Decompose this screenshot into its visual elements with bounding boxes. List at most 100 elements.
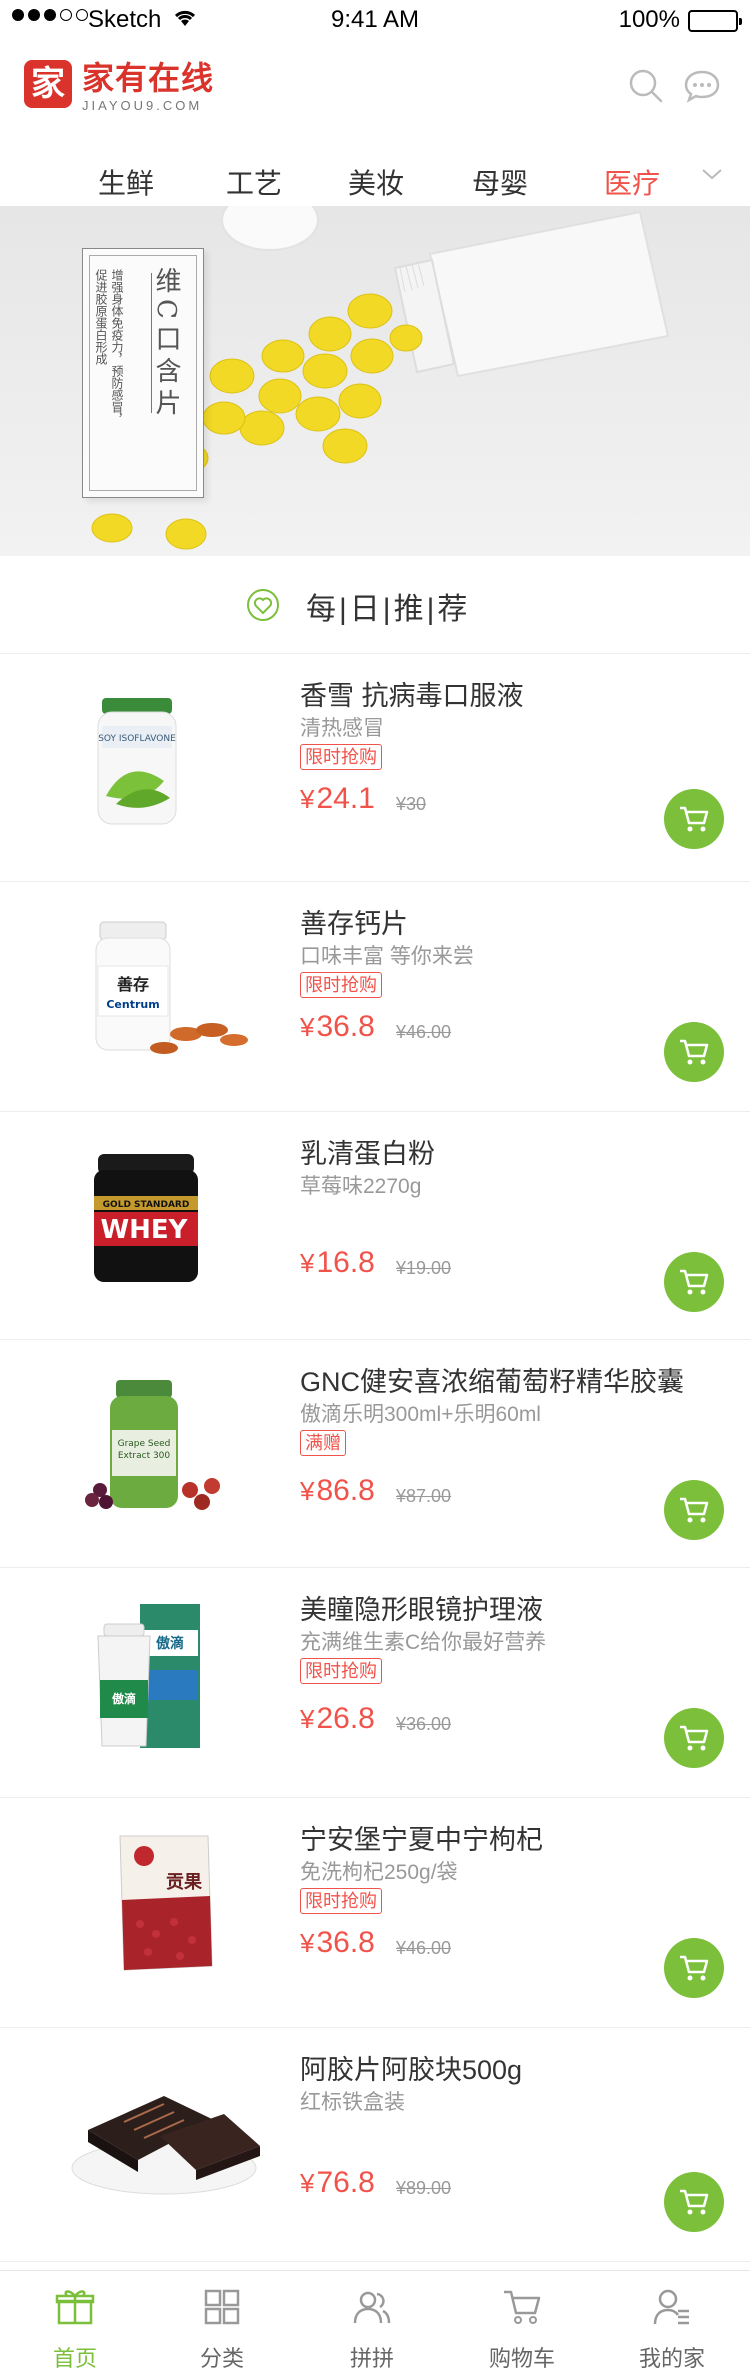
price-value: 24.1 <box>316 782 375 815</box>
lens-solution-image: 傲滴 傲滴 <box>97 1604 200 1748</box>
tab-craft[interactable]: 工艺 <box>226 162 282 202</box>
price-value: 16.8 <box>316 1246 375 1279</box>
ejiao-plate-image <box>71 2096 260 2195</box>
product-name: GNC健安喜浓缩葡萄籽精华胶囊 <box>300 1367 684 1397</box>
daily-recommend-header: 每|日|推|荐 <box>0 556 750 654</box>
product-card[interactable]: 阿胶片阿胶块500g 红标铁盒装 ¥76.8 ¥89.00 <box>0 2028 750 2262</box>
product-subtitle: 口味丰富 等你来尝 <box>300 945 474 968</box>
price-value: 36.8 <box>316 1926 375 1959</box>
battery-icon <box>688 10 742 32</box>
nav-label: 拼拼 <box>349 2346 394 2370</box>
banner-title: 维C口含片 <box>151 267 181 421</box>
bottom-tab-bar: 首页 分类 拼拼 购物车 我的家 <box>0 2270 750 2370</box>
tab-fresh[interactable]: 生鲜 <box>98 162 154 202</box>
nav-cart[interactable]: 购物车 <box>447 2271 597 2370</box>
product-price: ¥36.8 <box>300 1010 375 1044</box>
add-to-cart-button[interactable] <box>664 789 724 849</box>
product-subtitle: 充满维生素C给你最好营养 <box>300 1631 547 1654</box>
logo-domain: JIAYOU9.COM <box>82 98 203 113</box>
product-name: 阿胶片阿胶块500g <box>300 2055 523 2085</box>
product-name: 香雪 抗病毒口服液 <box>300 681 524 711</box>
svg-text:GOLD STANDARD: GOLD STANDARD <box>103 1200 190 1210</box>
product-name: 善存钙片 <box>300 909 408 939</box>
product-price: ¥26.8 <box>300 1702 375 1736</box>
original-price: ¥87.00 <box>396 1486 452 1506</box>
promo-tag: 满赠 <box>300 1430 346 1456</box>
battery-percent: 100% <box>618 6 680 33</box>
chevron-down-icon[interactable] <box>700 162 724 186</box>
svg-text:傲滴: 傲滴 <box>112 1691 136 1706</box>
product-subtitle: 免洗枸杞250g/袋 <box>300 1861 458 1884</box>
status-bar: Sketch 9:41 AM 100% <box>0 0 750 40</box>
logo[interactable]: 家 家有在线 JIAYOU9.COM <box>24 60 214 113</box>
product-name: 乳清蛋白粉 <box>300 1139 435 1169</box>
currency-symbol: ¥ <box>300 784 315 814</box>
cart-icon <box>680 1497 709 1523</box>
cart-icon <box>680 806 709 832</box>
banner-description: 增强身体免疫力，预防感冒，促进胶原蛋白形成 <box>94 269 124 425</box>
tab-baby[interactable]: 母婴 <box>472 162 528 202</box>
original-price: ¥36.00 <box>396 1714 452 1734</box>
cart-icon <box>680 1725 709 1751</box>
svg-text:善存: 善存 <box>117 975 149 994</box>
currency-symbol: ¥ <box>300 1012 315 1042</box>
product-subtitle: 红标铁盒装 <box>300 2091 405 2114</box>
add-to-cart-button[interactable] <box>664 1252 724 1312</box>
category-tabs: 生鲜 工艺 美妆 母婴 医疗 <box>0 150 750 210</box>
profile-icon <box>653 2289 689 2325</box>
promo-tag: 限时抢购 <box>300 744 382 770</box>
product-subtitle: 草莓味2270g <box>300 1175 422 1198</box>
nav-home[interactable]: 首页 <box>0 2271 150 2370</box>
product-price: ¥36.8 <box>300 1926 375 1960</box>
currency-symbol: ¥ <box>300 1248 315 1278</box>
product-name: 美瞳隐形眼镜护理液 <box>300 1595 543 1625</box>
svg-text:Centrum: Centrum <box>106 998 159 1011</box>
heart-circle-icon <box>246 588 280 622</box>
svg-text:Extract 300: Extract 300 <box>118 1451 171 1461</box>
price-value: 36.8 <box>316 1010 375 1043</box>
tab-medical[interactable]: 医疗 <box>604 162 661 210</box>
product-card[interactable]: 贡果 宁安堡宁夏中宁枸杞 免洗枸杞250g/袋 限时抢购 ¥36.8 ¥46.0… <box>0 1798 750 2028</box>
product-card[interactable]: GOLD STANDARD WHEY 乳清蛋白粉 草莓味2270g ¥16.8 … <box>0 1112 750 1340</box>
nav-group-buy[interactable]: 拼拼 <box>297 2271 447 2370</box>
app-header: 家 家有在线 JIAYOU9.COM <box>0 40 750 140</box>
promo-tag: 限时抢购 <box>300 1658 382 1684</box>
product-card[interactable]: Grape Seed Extract 300 GNC健安喜浓缩葡萄籽精华胶囊 傲… <box>0 1340 750 1568</box>
svg-text:贡果: 贡果 <box>166 1872 203 1893</box>
calcium-bottle-image: 善存 Centrum <box>95 921 248 1054</box>
original-price: ¥19.00 <box>396 1258 452 1278</box>
svg-text:SOY ISOFLAVONE: SOY ISOFLAVONE <box>98 734 176 744</box>
grape-seed-bottle-image: Grape Seed Extract 300 <box>85 1380 220 1510</box>
nav-category[interactable]: 分类 <box>147 2271 297 2370</box>
search-icon[interactable] <box>626 66 666 106</box>
cart-icon <box>680 2189 709 2215</box>
product-name: 宁安堡宁夏中宁枸杞 <box>300 1825 543 1855</box>
promo-banner[interactable]: 维C口含片 增强身体免疫力，预防感冒，促进胶原蛋白形成 <box>0 206 750 556</box>
nav-profile[interactable]: 我的家 <box>597 2271 747 2370</box>
cart-icon <box>504 2290 541 2324</box>
chat-bubble-icon[interactable] <box>682 66 722 106</box>
logo-name: 家有在线 <box>82 60 215 96</box>
product-price: ¥16.8 <box>300 1246 375 1280</box>
product-card[interactable]: SOY ISOFLAVONE 香雪 抗病毒口服液 清热感冒 限时抢购 ¥24.1… <box>0 654 750 882</box>
nav-label: 购物车 <box>488 2346 555 2370</box>
product-card[interactable]: 善存 Centrum 善存钙片 口味丰富 等你来尝 限时抢购 ¥36.8 ¥46… <box>0 882 750 1112</box>
price-value: 76.8 <box>316 2166 375 2199</box>
currency-symbol: ¥ <box>300 2168 315 2198</box>
add-to-cart-button[interactable] <box>664 1022 724 1082</box>
product-card[interactable]: 傲滴 傲滴 美瞳隐形眼镜护理液 充满维生素C给你最好营养 限时抢购 ¥26.8 … <box>0 1568 750 1798</box>
add-to-cart-button[interactable] <box>664 2172 724 2232</box>
add-to-cart-button[interactable] <box>664 1480 724 1540</box>
original-price: ¥46.00 <box>396 1022 452 1042</box>
tab-beauty[interactable]: 美妆 <box>348 162 404 202</box>
original-price: ¥89.00 <box>396 2178 452 2198</box>
users-icon <box>353 2291 391 2324</box>
svg-text:Grape Seed: Grape Seed <box>118 1439 171 1449</box>
svg-text:WHEY: WHEY <box>100 1215 188 1245</box>
product-price: ¥76.8 <box>300 2166 375 2200</box>
nav-label: 首页 <box>52 2346 97 2370</box>
promo-tag: 限时抢购 <box>300 972 382 998</box>
nav-label: 我的家 <box>638 2346 705 2370</box>
add-to-cart-button[interactable] <box>664 1708 724 1768</box>
add-to-cart-button[interactable] <box>664 1938 724 1998</box>
